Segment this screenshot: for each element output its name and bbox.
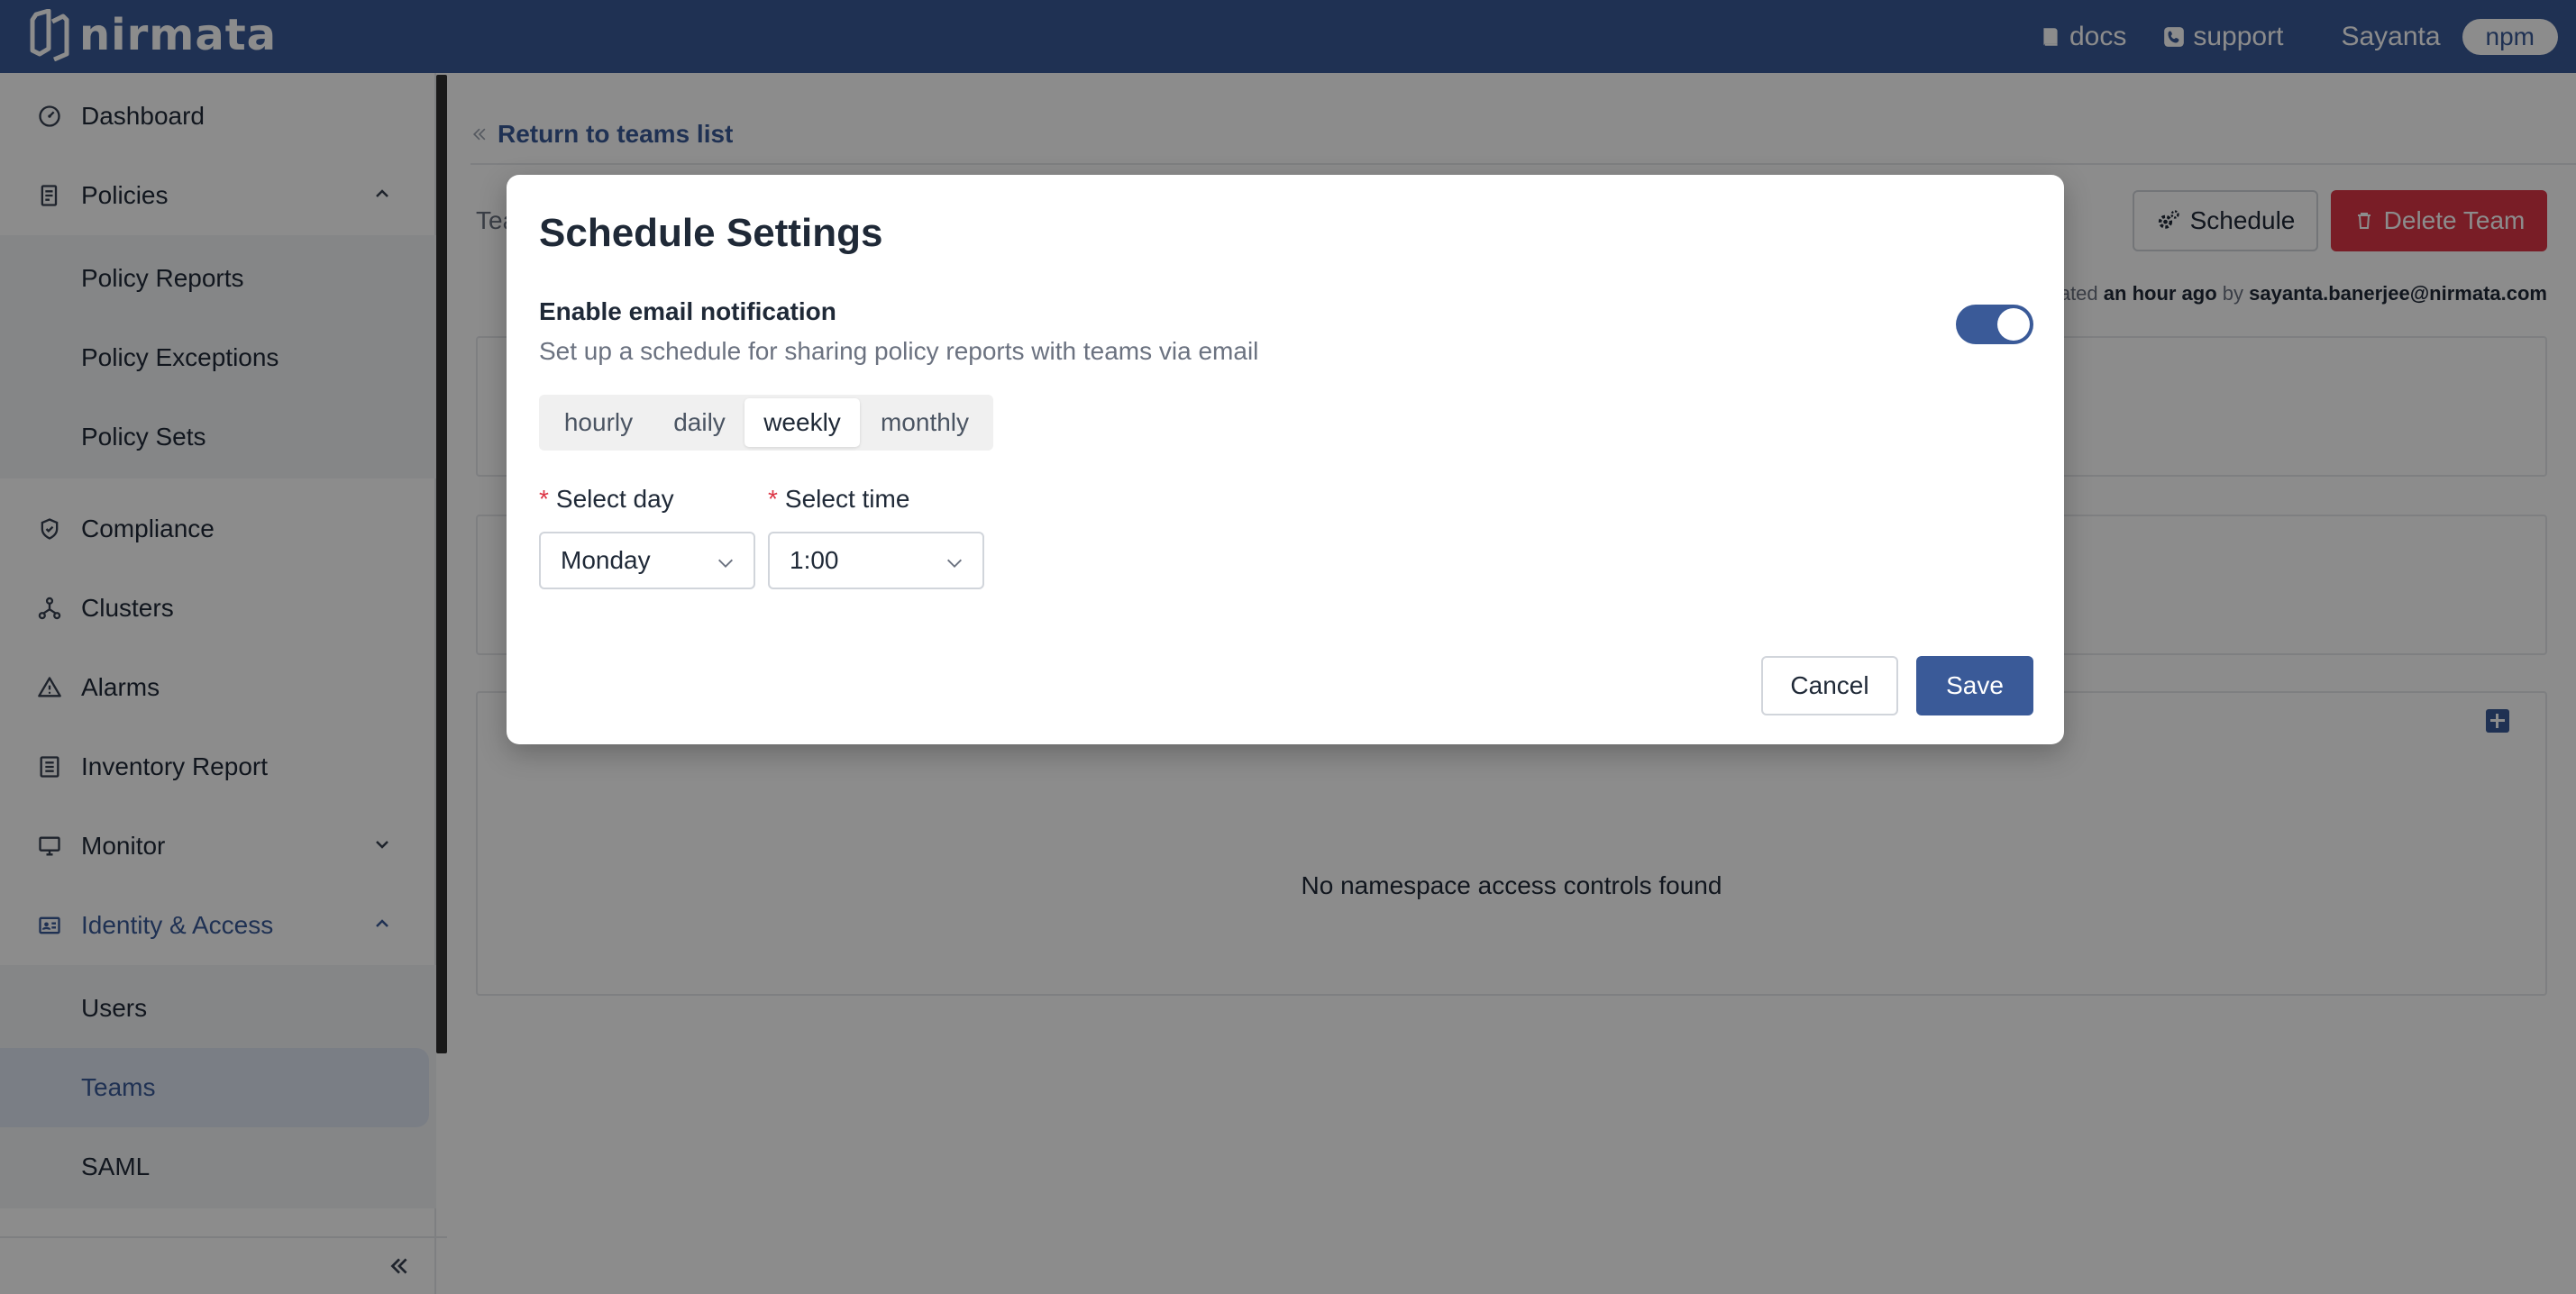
email-notification-toggle[interactable] <box>1956 305 2033 344</box>
frequency-hourly[interactable]: hourly <box>543 398 654 447</box>
save-button[interactable]: Save <box>1916 656 2033 715</box>
chevron-down-icon <box>718 559 733 568</box>
select-time-label: * Select time <box>768 485 909 514</box>
day-select[interactable]: Monday <box>539 532 755 589</box>
modal-title: Schedule Settings <box>539 211 883 255</box>
frequency-selector: hourly daily weekly monthly <box>539 395 993 451</box>
frequency-monthly[interactable]: monthly <box>860 398 990 447</box>
day-select-value: Monday <box>561 546 651 574</box>
select-day-text: Select day <box>555 485 674 513</box>
required-marker: * <box>768 485 778 513</box>
notification-description: Set up a schedule for sharing policy rep… <box>539 337 1259 365</box>
cancel-button[interactable]: Cancel <box>1761 656 1898 715</box>
schedule-settings-modal: Schedule Settings Enable email notificat… <box>507 175 2064 744</box>
frequency-daily[interactable]: daily <box>654 398 744 447</box>
time-select-value: 1:00 <box>790 546 839 574</box>
select-day-label: * Select day <box>539 485 674 514</box>
frequency-weekly[interactable]: weekly <box>744 398 860 447</box>
toggle-knob <box>1997 308 2030 341</box>
select-time-text: Select time <box>784 485 910 513</box>
required-marker: * <box>539 485 549 513</box>
notification-title: Enable email notification <box>539 297 836 325</box>
chevron-down-icon <box>947 559 962 568</box>
time-select[interactable]: 1:00 <box>768 532 984 589</box>
